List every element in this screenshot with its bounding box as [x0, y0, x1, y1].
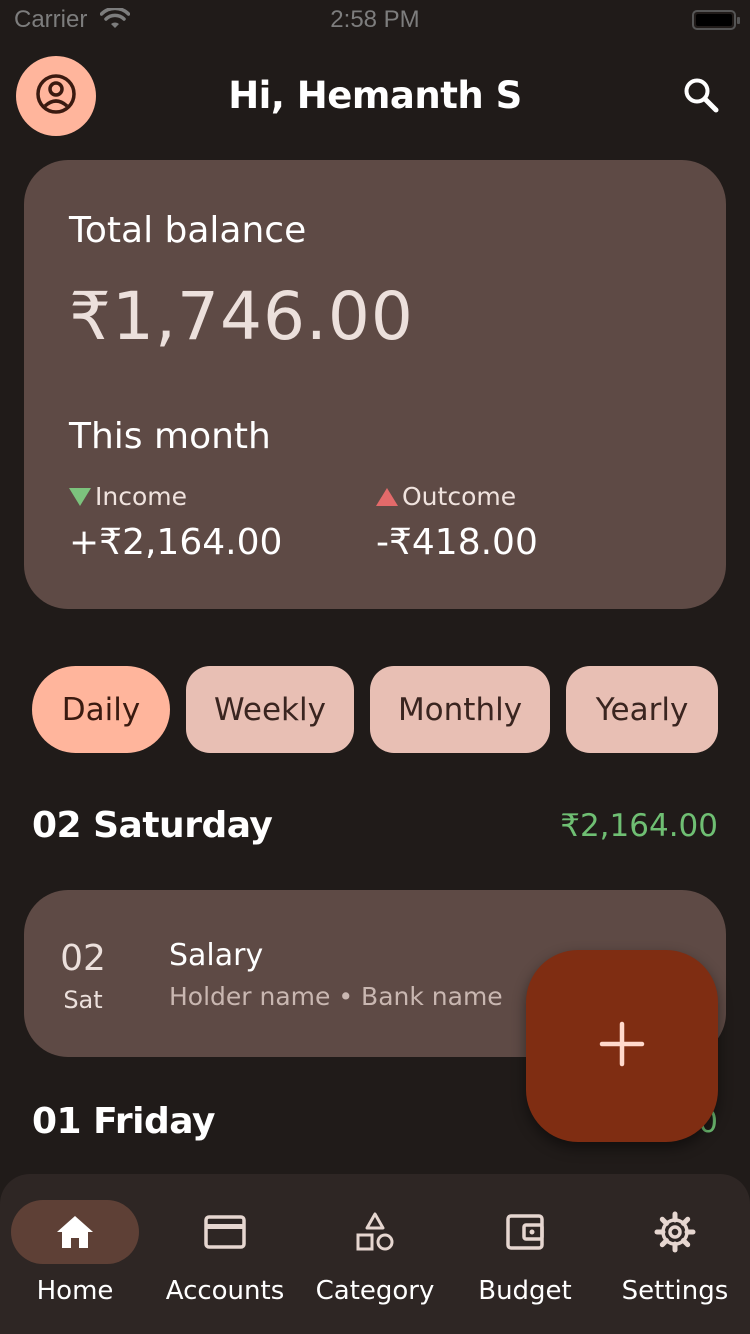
day-heading: 01 Friday [32, 1101, 215, 1142]
wallet-icon [500, 1207, 550, 1257]
transaction-day-name: Sat [63, 986, 103, 1014]
battery-icon [692, 10, 740, 30]
income-value: +₹2,164.00 [69, 522, 283, 563]
nav-budget[interactable]: Budget [450, 1174, 600, 1334]
balance-title: Total balance [69, 210, 307, 251]
outcome-label-text: Outcome [402, 482, 517, 511]
nav-home[interactable]: Home [0, 1174, 150, 1334]
transaction-subtitle: Holder name • Bank name [169, 982, 503, 1011]
filter-monthly[interactable]: Monthly [370, 666, 550, 753]
shapes-icon [350, 1207, 400, 1257]
nav-label: Settings [621, 1276, 729, 1306]
nav-accounts[interactable]: Accounts [150, 1174, 300, 1334]
add-transaction-button[interactable] [526, 950, 718, 1142]
gear-icon [650, 1207, 700, 1257]
status-bar: Carrier 2:58 PM [0, 0, 750, 40]
credit-card-icon [200, 1207, 250, 1257]
nav-settings[interactable]: Settings [600, 1174, 750, 1334]
filter-daily[interactable]: Daily [32, 666, 170, 753]
day-total: ₹2,164.00 [560, 808, 718, 844]
day-heading: 02 Saturday [32, 805, 273, 846]
greeting-title: Hi, Hemanth S [228, 74, 522, 117]
plus-icon [599, 1021, 645, 1071]
outcome-value: -₹418.00 [376, 522, 538, 563]
nav-label: Home [36, 1276, 114, 1306]
month-title: This month [69, 416, 271, 457]
filter-weekly[interactable]: Weekly [186, 666, 354, 753]
nav-category[interactable]: Category [300, 1174, 450, 1334]
nav-label: Category [315, 1276, 435, 1306]
balance-amount: ₹1,746.00 [69, 278, 414, 355]
balance-card: Total balance ₹1,746.00 This month Incom… [24, 160, 726, 609]
transaction-day-number: 02 [60, 938, 106, 979]
nav-label: Budget [478, 1276, 572, 1306]
filter-yearly[interactable]: Yearly [566, 666, 718, 753]
search-icon [682, 76, 720, 118]
income-label: Income [69, 482, 187, 511]
outcome-label: Outcome [376, 482, 516, 511]
outcome-arrow-icon [376, 487, 398, 506]
bottom-navigation: Home Accounts Category Budget Settings [0, 1174, 750, 1334]
income-label-text: Income [95, 482, 187, 511]
status-time: 2:58 PM [330, 6, 420, 33]
nav-label: Accounts [165, 1276, 285, 1306]
income-arrow-icon [69, 487, 91, 506]
transaction-title: Salary [169, 938, 264, 973]
home-icon [50, 1207, 100, 1257]
search-button[interactable] [676, 74, 726, 120]
